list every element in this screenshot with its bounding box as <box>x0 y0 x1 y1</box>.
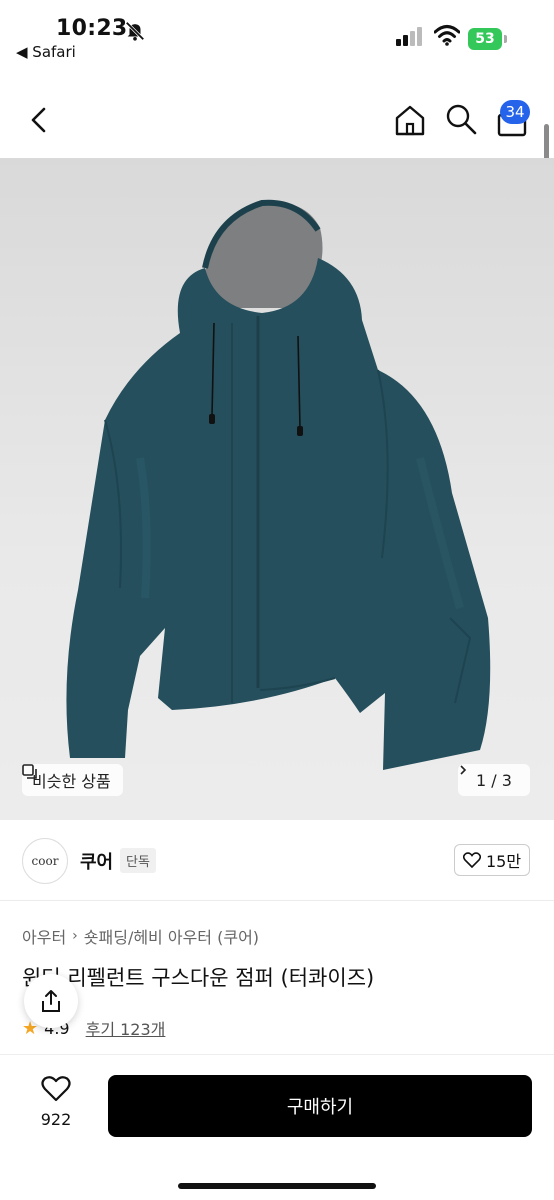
back-chevron-icon[interactable] <box>24 104 54 136</box>
breadcrumb-item[interactable]: 숏패딩/헤비 아우터 (쿠어) <box>84 924 259 948</box>
seller-row: coor 쿠어 단독 15만 <box>0 832 554 888</box>
signal-icon <box>396 27 422 46</box>
similar-products-button[interactable]: 비슷한 상품 <box>22 764 123 796</box>
top-nav: 34 <box>0 90 554 152</box>
home-icon[interactable] <box>392 102 428 138</box>
wishlist-button[interactable]: 922 <box>28 1075 84 1129</box>
exclusive-badge: 단독 <box>120 848 156 873</box>
reviews-link[interactable]: 후기 123개 <box>86 1016 166 1040</box>
bottom-action-bar: 922 구매하기 <box>0 1054 554 1200</box>
copy-icon <box>22 764 37 779</box>
battery-level: 53 <box>468 28 502 50</box>
search-icon[interactable] <box>444 102 478 136</box>
battery-icon: 53 <box>468 28 508 50</box>
breadcrumb-item[interactable]: 아우터 <box>22 924 66 948</box>
buy-button[interactable]: 구매하기 <box>108 1075 532 1137</box>
brand-like-count: 15만 <box>485 852 522 871</box>
heart-icon <box>41 1076 71 1102</box>
cart-count-badge: 34 <box>500 100 530 124</box>
seller-logo-text: coor <box>31 854 59 868</box>
image-pager-text: 1 / 3 <box>476 770 512 790</box>
heart-icon <box>462 852 481 868</box>
chevron-right-icon <box>460 765 467 775</box>
seller-avatar[interactable]: coor <box>22 838 68 884</box>
product-image <box>66 199 491 770</box>
similar-products-label: 비슷한 상품 <box>32 772 111 791</box>
status-time: 10:23 <box>56 16 128 41</box>
chevron-right-icon: › <box>72 928 78 944</box>
seller-name[interactable]: 쿠어 <box>80 848 113 874</box>
share-icon <box>42 990 60 1012</box>
wishlist-count: 922 <box>40 1110 72 1129</box>
share-button[interactable] <box>24 974 78 1028</box>
home-indicator <box>178 1183 376 1189</box>
brand-like-button[interactable]: 15만 <box>454 844 530 876</box>
wifi-icon <box>434 25 460 46</box>
back-to-app-link[interactable]: ◀ Safari <box>16 43 76 61</box>
image-pager-button[interactable]: 1 / 3 <box>458 764 530 796</box>
divider <box>0 900 554 901</box>
product-image-gallery[interactable]: 비슷한 상품 1 / 3 <box>0 158 554 820</box>
bell-slash-icon <box>125 21 145 41</box>
status-bar: 10:23 ◀ Safari 53 <box>0 0 554 66</box>
breadcrumb: 아우터 › 숏패딩/헤비 아우터 (쿠어) <box>22 924 259 948</box>
